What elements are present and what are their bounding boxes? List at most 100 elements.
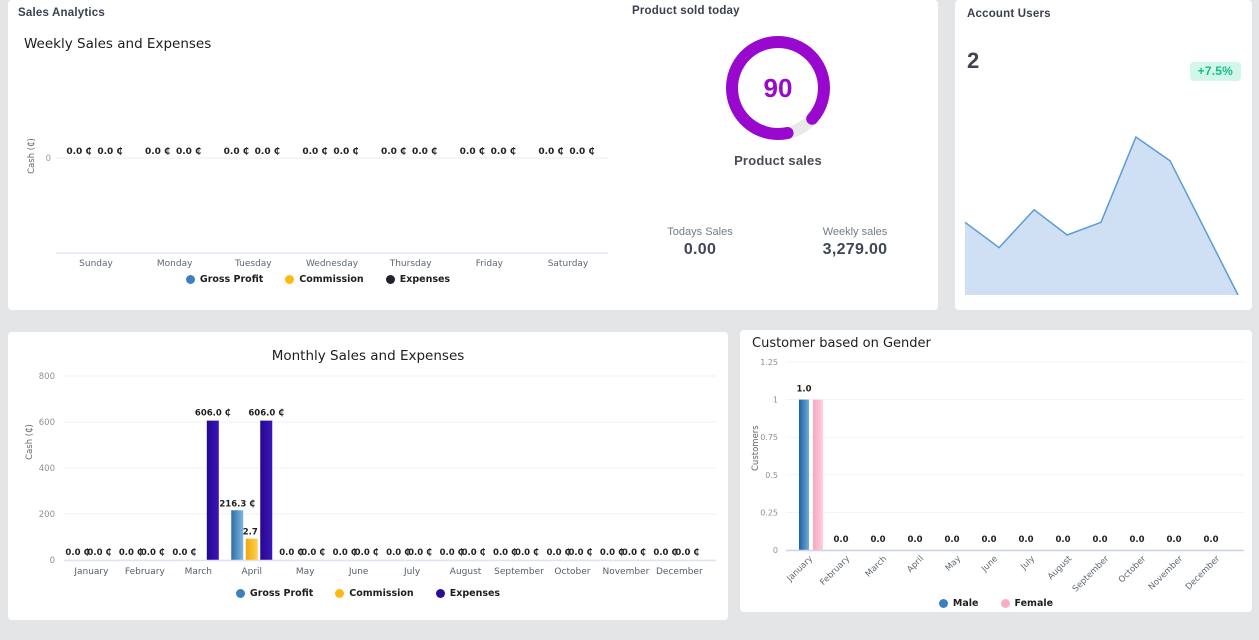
product-sold-header: Product sold today — [632, 5, 740, 17]
monthly-x-label: September — [494, 567, 544, 577]
gender-y-tick: 0 — [773, 546, 778, 555]
weekly-legend-swatch — [285, 275, 294, 284]
weekly-legend-label: Expenses — [400, 274, 450, 285]
monthly-data-label: 0.0 ₵ — [568, 548, 592, 558]
monthly-bar-commission — [246, 539, 258, 560]
weekly-data-label: 0.0 ₵ — [491, 147, 516, 157]
monthly-data-label: 0.0 ₵ — [301, 548, 325, 558]
monthly-x-label: March — [185, 567, 212, 577]
monthly-legend-item[interactable]: Commission — [335, 588, 413, 599]
monthly-data-label: 0.0 ₵ — [493, 548, 517, 558]
gender-data-label: 0.0 — [1018, 535, 1033, 545]
monthly-data-label: 0.0 ₵ — [546, 548, 570, 558]
account-users-card: Account Users 2 +7.5% — [955, 0, 1252, 310]
weekly-legend-item[interactable]: Expenses — [386, 274, 450, 285]
monthly-data-label: 0.0 ₵ — [333, 548, 357, 558]
weekly-legend-item[interactable]: Gross Profit — [186, 274, 263, 285]
gender-y-tick: 1 — [773, 396, 778, 405]
gender-legend-item[interactable]: Female — [1001, 598, 1054, 609]
monthly-data-label: 0.0 ₵ — [515, 548, 539, 558]
weekly-data-label: 0.0 ₵ — [176, 147, 201, 157]
monthly-x-label: February — [125, 567, 166, 577]
monthly-x-label: April — [241, 567, 262, 577]
monthly-legend-swatch — [236, 589, 245, 598]
monthly-x-label: August — [450, 567, 482, 577]
weekly-data-label: 0.0 ₵ — [145, 147, 170, 157]
gender-legend-item[interactable]: Male — [939, 598, 979, 609]
weekly-legend-label: Commission — [299, 274, 363, 285]
monthly-y-tick: 200 — [39, 510, 55, 520]
weekly-chart-title: Weekly Sales and Expenses — [24, 36, 211, 52]
todays-sales-label: Todays Sales — [625, 226, 775, 238]
monthly-data-label: 0.0 ₵ — [600, 548, 624, 558]
monthly-bar-expenses — [207, 421, 219, 560]
monthly-data-label: 0.0 ₵ — [675, 548, 699, 558]
monthly-data-label: 0.0 ₵ — [408, 548, 432, 558]
monthly-sales-expenses-chart: 02004006008000.0 ₵0.0 ₵0.0 ₵0.0 ₵0.0 ₵21… — [8, 332, 728, 584]
monthly-legend-item[interactable]: Expenses — [436, 588, 500, 599]
gender-y-tick: 0.25 — [760, 508, 778, 517]
weekly-data-label: 0.0 ₵ — [333, 147, 358, 157]
monthly-data-label: 0.0 ₵ — [87, 548, 111, 558]
gender-legend-label: Female — [1015, 598, 1054, 609]
weekly-legend-swatch — [186, 275, 195, 284]
weekly-legend: Gross Profit Commission Expenses — [8, 272, 628, 286]
gender-data-label: 0.0 — [1129, 535, 1144, 545]
sales-analytics-header: Sales Analytics — [18, 7, 105, 19]
gender-x-label: December — [1184, 554, 1223, 593]
gender-y-tick: 1.25 — [760, 358, 778, 367]
gender-x-label: August — [1046, 554, 1075, 583]
weekly-legend-item[interactable]: Commission — [285, 274, 363, 285]
weekly-data-label: 0.0 ₵ — [569, 147, 594, 157]
account-users-growth-badge: +7.5% — [1190, 62, 1241, 81]
area-fill — [965, 137, 1238, 295]
weekly-x-label: Wednesday — [306, 259, 359, 269]
weekly-x-label: Monday — [157, 259, 193, 269]
monthly-data-label: 606.0 ₵ — [248, 409, 284, 419]
weekly-data-label: 0.0 ₵ — [538, 147, 563, 157]
monthly-x-label: May — [296, 567, 315, 577]
gender-x-label: March — [864, 554, 889, 579]
monthly-legend-swatch — [335, 589, 344, 598]
gender-x-label: April — [905, 554, 926, 575]
gender-data-label: 0.0 — [907, 535, 922, 545]
monthly-data-label: 0.0 ₵ — [355, 548, 379, 558]
monthly-data-label: 0.0 ₵ — [172, 548, 196, 558]
monthly-y-tick: 600 — [39, 418, 55, 428]
weekly-data-label: 0.0 ₵ — [97, 147, 122, 157]
gender-y-tick: 0.75 — [760, 433, 778, 442]
weekly-legend-label: Gross Profit — [200, 274, 263, 285]
todays-sales-stat: Todays Sales 0.00 — [625, 226, 775, 259]
weekly-legend-swatch — [386, 275, 395, 284]
account-users-area-chart — [963, 133, 1245, 295]
monthly-data-label: 0.0 ₵ — [65, 548, 89, 558]
weekly-data-label: 0.0 ₵ — [224, 147, 249, 157]
monthly-data-label: 0.0 ₵ — [386, 548, 410, 558]
gender-data-label: 0.0 — [944, 535, 959, 545]
monthly-x-label: June — [348, 567, 369, 577]
monthly-bar-gross-profit — [231, 510, 243, 560]
monthly-x-label: July — [403, 567, 421, 577]
sales-analytics-card: Sales Analytics Weekly Sales and Expense… — [8, 0, 938, 310]
monthly-data-label: 0.0 ₵ — [440, 548, 464, 558]
weekly-data-label: 0.0 ₵ — [302, 147, 327, 157]
monthly-data-label: 606.0 ₵ — [195, 409, 231, 419]
todays-sales-value: 0.00 — [625, 241, 775, 259]
gender-x-label: May — [944, 554, 964, 574]
gender-data-label: 0.0 — [1166, 535, 1181, 545]
monthly-legend-item[interactable]: Gross Profit — [236, 588, 313, 599]
weekly-data-label: 0.0 ₵ — [255, 147, 280, 157]
gender-data-label: 0.0 — [1055, 535, 1070, 545]
gender-x-label: July — [1019, 554, 1038, 573]
monthly-x-label: January — [73, 567, 109, 577]
customer-gender-card: Customer based on Gender Customers 00.25… — [740, 330, 1252, 612]
weekly-y-tick: 0 — [46, 154, 51, 164]
gender-legend-label: Male — [953, 598, 979, 609]
dashboard-page: { "page": { "background": "#e4e5e7", "ca… — [0, 0, 1259, 640]
weekly-data-label: 0.0 ₵ — [460, 147, 485, 157]
product-sales-caption: Product sales — [678, 153, 878, 168]
gender-x-label: September — [1071, 554, 1112, 594]
gender-data-label: 0.0 — [833, 535, 848, 545]
monthly-y-tick: 0 — [50, 556, 55, 566]
weekly-x-label: Thursday — [389, 259, 433, 269]
